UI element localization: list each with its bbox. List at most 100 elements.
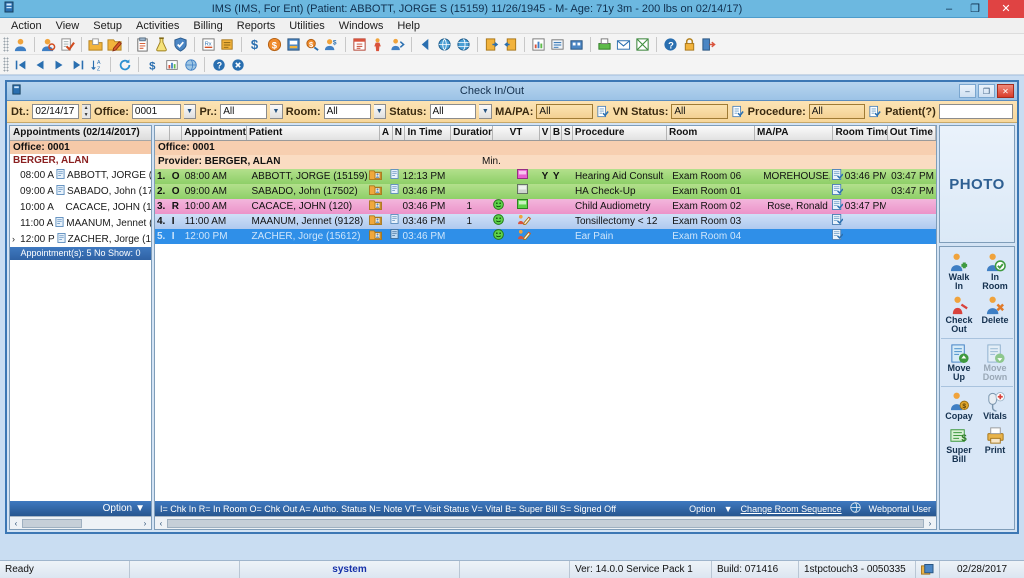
procedure-input[interactable]: All — [808, 104, 866, 119]
list-item[interactable]: 09:00 A SABADO, John (1750 — [10, 183, 151, 199]
menu-item-help[interactable]: Help — [390, 18, 427, 34]
report-card-icon[interactable] — [548, 35, 567, 54]
next-record-icon[interactable] — [49, 55, 68, 74]
column-header-status[interactable] — [170, 126, 183, 140]
menu-item-windows[interactable]: Windows — [332, 18, 391, 34]
email-icon[interactable] — [614, 35, 633, 54]
shield-icon[interactable] — [171, 35, 190, 54]
column-header-s[interactable]: S — [562, 126, 573, 140]
move-up-button[interactable]: Move Up — [941, 341, 977, 384]
copay-button[interactable]: $ Copay — [941, 389, 977, 423]
print-button[interactable]: Print — [977, 423, 1013, 466]
table-row[interactable]: 4. I 11:00 AM MAANUM, Jennet (9128) 03:4… — [155, 214, 936, 229]
list-item[interactable]: 10:00 A CACACE, JOHN (120) — [10, 199, 151, 215]
change-room-sequence-link[interactable]: Change Room Sequence — [741, 504, 842, 514]
appointments-option-bar[interactable]: Option ▼ — [10, 501, 151, 516]
scroll-thumb[interactable] — [22, 518, 82, 528]
inventory-icon[interactable] — [567, 35, 586, 54]
column-header-procedure[interactable]: Procedure — [573, 126, 667, 140]
provider-input[interactable]: All — [220, 104, 268, 119]
vt-green-icon[interactable] — [515, 199, 540, 214]
smiley-icon[interactable] — [491, 214, 515, 229]
child-close-button[interactable]: ✕ — [997, 84, 1014, 98]
room-dropdown-icon[interactable]: ▼ — [373, 104, 387, 119]
scroll-thumb[interactable] — [167, 518, 924, 528]
previous-record-icon[interactable] — [30, 55, 49, 74]
claim-icon[interactable]: $ — [303, 35, 322, 54]
table-row[interactable]: 5. I 12:00 PM ZACHER, Jorge (15612) 03:4… — [155, 229, 936, 244]
child-minimize-button[interactable]: – — [959, 84, 976, 98]
cancel-icon[interactable] — [228, 55, 247, 74]
charge-icon[interactable]: $ — [246, 35, 265, 54]
assign-icon[interactable] — [830, 184, 843, 199]
column-header-patient[interactable]: Patient — [247, 126, 380, 140]
date-input[interactable]: 02/14/17 — [32, 104, 80, 119]
scroll-left-icon[interactable]: ‹ — [155, 519, 167, 528]
column-header-out-time[interactable]: Out Time — [888, 126, 936, 140]
world-icon[interactable] — [181, 55, 200, 74]
help-icon[interactable]: ? — [209, 55, 228, 74]
refresh-icon[interactable] — [115, 55, 134, 74]
vn-status-lookup-icon[interactable] — [731, 104, 745, 119]
column-header-duration[interactable]: Duration — [451, 126, 494, 140]
assign-icon[interactable] — [830, 229, 843, 244]
grid-hscrollbar[interactable]: ‹ › — [155, 516, 936, 529]
menu-item-billing[interactable]: Billing — [186, 18, 229, 34]
lab-flask-icon[interactable] — [152, 35, 171, 54]
procedure-lookup-icon[interactable] — [868, 104, 882, 119]
help-icon[interactable]: ? — [661, 35, 680, 54]
column-header-b[interactable]: B — [551, 126, 562, 140]
list-item[interactable]: 11:00 A MAANUM, Jennet (91 — [10, 215, 151, 231]
super-bill-button[interactable]: $ Super Bill — [941, 423, 977, 466]
menu-item-utilities[interactable]: Utilities — [282, 18, 331, 34]
vt-person-edit-icon[interactable] — [515, 229, 540, 244]
table-row[interactable]: 3. R 10:00 AM CACACE, JOHN (120) 03:46 P… — [155, 199, 936, 214]
export-icon[interactable] — [633, 35, 652, 54]
child-maximize-button[interactable]: ❐ — [978, 84, 995, 98]
note-icon[interactable] — [388, 229, 401, 244]
column-header-appointment[interactable]: Appointment — [182, 126, 247, 140]
maximize-button[interactable]: ❐ — [962, 0, 988, 18]
patient-input[interactable] — [938, 104, 1013, 119]
auth-folder-icon[interactable] — [367, 169, 388, 184]
referral-icon[interactable] — [388, 35, 407, 54]
note-icon[interactable] — [388, 184, 401, 199]
last-record-icon[interactable] — [68, 55, 87, 74]
column-header-room[interactable]: Room — [667, 126, 755, 140]
column-header-num[interactable] — [155, 126, 170, 140]
close-button[interactable]: ✕ — [988, 0, 1024, 18]
nav-toolbar-grip[interactable] — [3, 57, 9, 72]
date-spinner[interactable]: ▲ ▼ — [82, 104, 92, 119]
column-header-mapa[interactable]: MA/PA — [755, 126, 834, 140]
vt-gray-icon[interactable] — [515, 184, 540, 199]
mapa-lookup-icon[interactable] — [596, 104, 610, 119]
auth-folder-icon[interactable] — [367, 214, 388, 229]
sort-icon[interactable]: AZ — [87, 55, 106, 74]
status-input[interactable]: All — [429, 104, 477, 119]
menu-item-reports[interactable]: Reports — [230, 18, 283, 34]
check-out-button[interactable]: Check Out — [941, 293, 977, 336]
column-header-v[interactable]: V — [540, 126, 551, 140]
delete-button[interactable]: Delete — [977, 293, 1013, 336]
in-room-button[interactable]: In Room — [977, 250, 1013, 293]
menu-item-setup[interactable]: Setup — [86, 18, 129, 34]
scroll-right-icon[interactable]: › — [139, 519, 151, 528]
minimize-button[interactable]: – — [936, 0, 962, 18]
first-record-icon[interactable] — [11, 55, 30, 74]
note-icon[interactable] — [388, 169, 401, 184]
vt-magenta-icon[interactable] — [515, 169, 540, 184]
auth-folder-icon[interactable] — [367, 229, 388, 244]
mapa-input[interactable]: All — [536, 104, 594, 119]
scroll-left-icon[interactable]: ‹ — [10, 519, 22, 528]
assign-icon[interactable] — [830, 169, 843, 184]
office-input[interactable]: 0001 — [131, 104, 181, 119]
scroll-right-icon[interactable]: › — [924, 519, 936, 528]
edit-chart-icon[interactable] — [105, 35, 124, 54]
patient-search-icon[interactable] — [39, 35, 58, 54]
menu-item-action[interactable]: Action — [4, 18, 49, 34]
table-row[interactable]: 2. O 09:00 AM SABADO, John (17502) 03:46… — [155, 184, 936, 199]
note-icon[interactable] — [388, 214, 401, 229]
auth-folder-icon[interactable] — [367, 199, 388, 214]
walk-in-icon[interactable] — [369, 35, 388, 54]
vn-status-input[interactable]: All — [671, 104, 729, 119]
